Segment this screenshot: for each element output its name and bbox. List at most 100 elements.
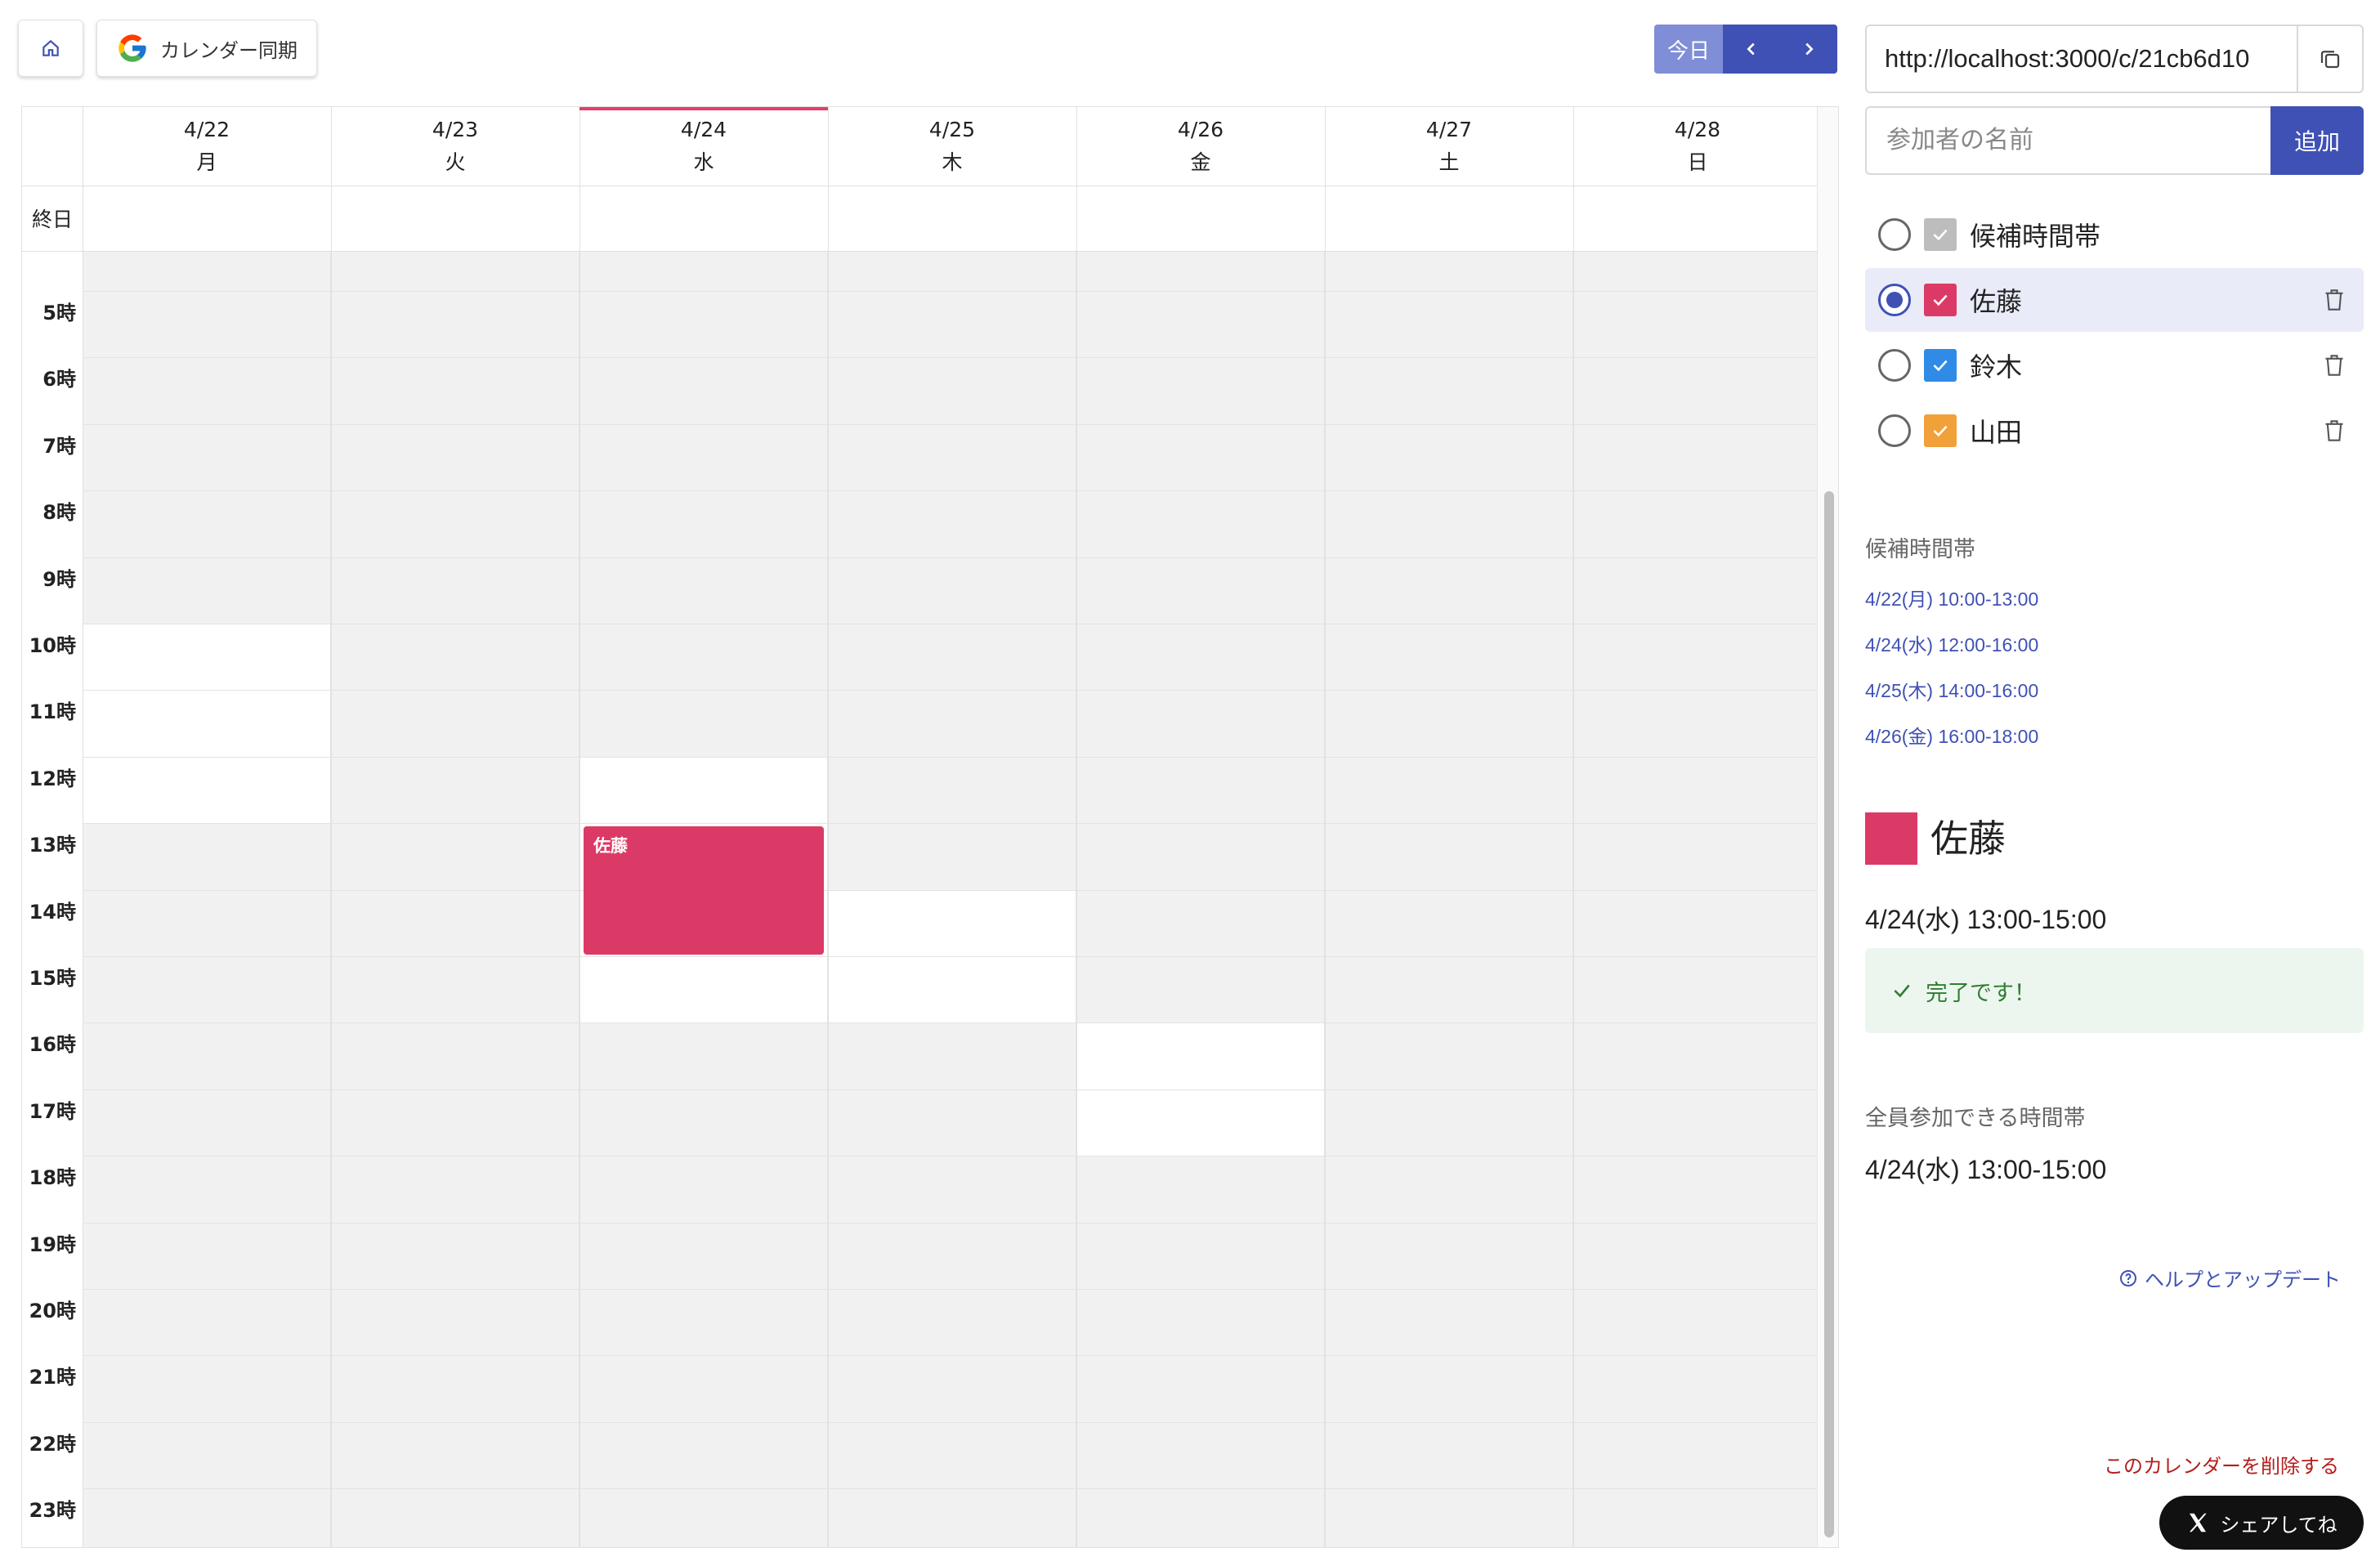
participant-row[interactable]: 鈴木 xyxy=(1865,333,2364,397)
time-slot-cell[interactable] xyxy=(1076,757,1325,825)
prev-week-button[interactable] xyxy=(1723,25,1780,74)
time-slot-cell[interactable] xyxy=(1076,292,1325,359)
time-slot-cell[interactable] xyxy=(579,1223,828,1290)
time-slot-cell[interactable] xyxy=(331,358,579,425)
time-slot-cell[interactable] xyxy=(579,757,828,825)
time-slot-cell[interactable] xyxy=(1076,957,1325,1024)
time-slot-cell[interactable] xyxy=(579,1157,828,1224)
time-slot-cell[interactable] xyxy=(1573,491,1822,558)
time-slot-cell[interactable] xyxy=(1325,624,1573,691)
time-slot-cell[interactable] xyxy=(579,292,828,359)
participant-row[interactable]: 山田 xyxy=(1865,399,2364,463)
time-slot-cell[interactable] xyxy=(1573,358,1822,425)
time-slot-cell[interactable] xyxy=(83,890,331,957)
time-slot-cell[interactable] xyxy=(1325,557,1573,624)
time-slot-cell[interactable] xyxy=(331,292,579,359)
participant-row[interactable]: 候補時間帯 xyxy=(1865,203,2364,266)
candidate-slot-link[interactable]: 4/22(月) 10:00-13:00 xyxy=(1865,584,2038,611)
calendar-sync-button[interactable]: カレンダー同期 xyxy=(96,20,317,77)
time-slot-cell[interactable] xyxy=(83,691,331,758)
participant-name-input[interactable] xyxy=(1865,106,2270,175)
time-slot-cell[interactable] xyxy=(1076,251,1325,292)
add-participant-button[interactable]: 追加 xyxy=(2270,106,2364,175)
time-slot-cell[interactable] xyxy=(331,957,579,1024)
help-link[interactable]: ヘルプとアップデート xyxy=(2118,1264,2341,1292)
time-slot-cell[interactable] xyxy=(579,624,828,691)
time-slot-cell[interactable] xyxy=(331,424,579,492)
time-slot-cell[interactable] xyxy=(83,824,331,891)
time-slot-cell[interactable] xyxy=(579,557,828,624)
time-slot-cell[interactable] xyxy=(1325,890,1573,957)
time-slot-cell[interactable] xyxy=(331,1290,579,1357)
time-slot-cell[interactable] xyxy=(1076,1356,1325,1423)
time-slot-cell[interactable] xyxy=(579,1356,828,1423)
time-slot-cell[interactable] xyxy=(579,358,828,425)
time-slot-cell[interactable] xyxy=(1325,251,1573,292)
time-slot-cell[interactable] xyxy=(331,251,579,292)
time-slot-cell[interactable] xyxy=(1325,1157,1573,1224)
time-slot-cell[interactable] xyxy=(1325,1356,1573,1423)
time-slot-cell[interactable] xyxy=(1325,1089,1573,1157)
time-slot-cell[interactable] xyxy=(83,1489,331,1547)
time-slot-cell[interactable] xyxy=(1573,1023,1822,1090)
time-slot-cell[interactable] xyxy=(83,1356,331,1423)
time-slot-cell[interactable] xyxy=(828,1157,1076,1224)
time-slot-cell[interactable] xyxy=(1076,1157,1325,1224)
time-slot-cell[interactable] xyxy=(331,557,579,624)
time-slot-cell[interactable] xyxy=(828,251,1076,292)
time-slot-cell[interactable] xyxy=(828,957,1076,1024)
time-slot-cell[interactable] xyxy=(828,557,1076,624)
participant-radio[interactable] xyxy=(1878,414,1911,447)
time-slot-cell[interactable] xyxy=(83,358,331,425)
time-slot-cell[interactable] xyxy=(579,957,828,1024)
participant-radio[interactable] xyxy=(1878,349,1911,382)
delete-participant-button[interactable] xyxy=(2323,352,2346,378)
time-slot-cell[interactable] xyxy=(83,1089,331,1157)
today-button[interactable]: 今日 xyxy=(1654,25,1723,74)
time-slot-cell[interactable] xyxy=(579,251,828,292)
time-slot-cell[interactable] xyxy=(1076,1489,1325,1547)
time-slot-cell[interactable] xyxy=(1573,557,1822,624)
participant-checkbox[interactable] xyxy=(1924,218,1957,251)
time-slot-cell[interactable] xyxy=(83,251,331,292)
time-slot-cell[interactable] xyxy=(331,1489,579,1547)
time-slot-cell[interactable] xyxy=(828,1422,1076,1490)
time-slot-cell[interactable] xyxy=(331,1223,579,1290)
time-slot-cell[interactable] xyxy=(828,1023,1076,1090)
time-slot-cell[interactable] xyxy=(1076,1023,1325,1090)
time-slot-cell[interactable] xyxy=(83,1422,331,1490)
time-slot-cell[interactable] xyxy=(1573,251,1822,292)
time-slot-cell[interactable] xyxy=(83,424,331,492)
time-slot-cell[interactable] xyxy=(1573,1089,1822,1157)
time-slot-cell[interactable] xyxy=(1573,824,1822,891)
time-slot-cell[interactable] xyxy=(331,1157,579,1224)
time-slot-cell[interactable] xyxy=(1076,1223,1325,1290)
time-slot-cell[interactable] xyxy=(828,292,1076,359)
time-slot-cell[interactable] xyxy=(1076,557,1325,624)
time-slot-cell[interactable] xyxy=(828,757,1076,825)
time-slot-cell[interactable] xyxy=(828,1089,1076,1157)
time-slot-cell[interactable] xyxy=(331,824,579,891)
time-slot-cell[interactable] xyxy=(579,491,828,558)
participant-checkbox[interactable] xyxy=(1924,284,1957,316)
share-x-button[interactable]: シェアしてね xyxy=(2159,1496,2364,1550)
time-slot-cell[interactable] xyxy=(1573,1223,1822,1290)
time-slot-cell[interactable] xyxy=(83,1223,331,1290)
delete-calendar-link[interactable]: このカレンダーを削除する xyxy=(2104,1450,2339,1479)
time-slot-cell[interactable] xyxy=(1076,824,1325,891)
time-slot-cell[interactable] xyxy=(828,491,1076,558)
time-slot-cell[interactable] xyxy=(331,1089,579,1157)
time-slot-cell[interactable] xyxy=(1325,1023,1573,1090)
time-slot-cell[interactable] xyxy=(83,491,331,558)
time-slot-cell[interactable] xyxy=(1076,1089,1325,1157)
time-slot-cell[interactable] xyxy=(579,1422,828,1490)
time-slot-cell[interactable] xyxy=(579,691,828,758)
time-slot-cell[interactable] xyxy=(1076,691,1325,758)
time-slot-cell[interactable] xyxy=(1573,1489,1822,1547)
time-slot-cell[interactable] xyxy=(828,624,1076,691)
time-slot-cell[interactable] xyxy=(83,1157,331,1224)
time-slot-cell[interactable] xyxy=(331,1356,579,1423)
time-slot-cell[interactable] xyxy=(1325,292,1573,359)
candidate-slot-link[interactable]: 4/25(木) 14:00-16:00 xyxy=(1865,675,2038,703)
time-slot-cell[interactable] xyxy=(1076,1290,1325,1357)
